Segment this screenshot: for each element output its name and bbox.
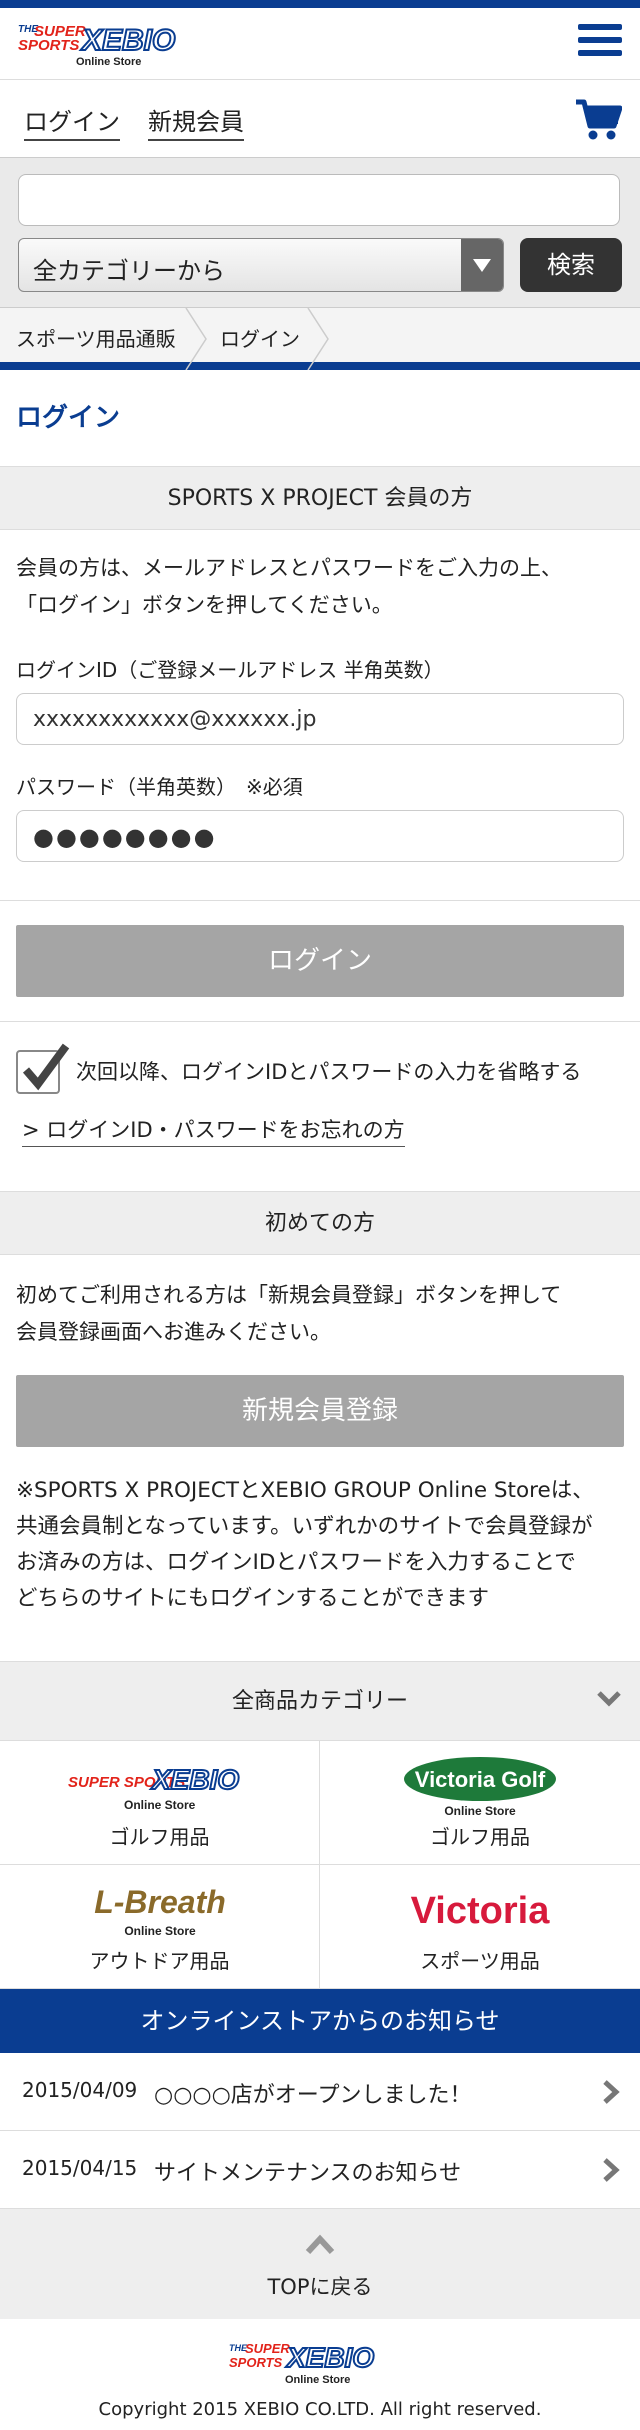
- copyright-text: Copyright 2015 XEBIO CO.LTD. All right r…: [98, 2399, 542, 2420]
- chevron-right-icon: [603, 2158, 620, 2182]
- top-accent-bar: [0, 0, 640, 8]
- password-label: パスワード（半角英数） ※必須: [16, 775, 303, 799]
- chevron-down-icon: [461, 239, 503, 291]
- store-label: ゴルフ用品: [109, 1825, 210, 1849]
- category-select-value: 全カテゴリーから: [33, 257, 225, 285]
- category-accordion-toggle[interactable]: 全商品カテゴリー: [0, 1661, 640, 1741]
- search-input[interactable]: [18, 174, 620, 226]
- category-heading: 全商品カテゴリー: [231, 1689, 408, 1714]
- svg-text:XEBIO: XEBIO: [150, 1764, 239, 1795]
- checkmark-icon: [22, 1043, 70, 1091]
- member-description: 会員の方は、メールアドレスとパスワードをご入力の上、 「ログイン」ボタンを押して…: [16, 556, 562, 617]
- store-l-breath[interactable]: L-Breath Online Store アウトドア用品: [0, 1865, 320, 1989]
- store-victoria[interactable]: Victoria スポーツ用品: [320, 1865, 640, 1989]
- shared-membership-note: ※SPORTS X PROJECTとXEBIO GROUP Online Sto…: [16, 1478, 594, 1611]
- hamburger-menu-icon[interactable]: [578, 24, 622, 64]
- back-to-top-label: TOPに戻る: [267, 2275, 373, 2299]
- svg-text:Victoria: Victoria: [411, 1890, 551, 1932]
- breadcrumb-separator-icon: [185, 308, 207, 370]
- search-button[interactable]: 検索: [520, 238, 622, 292]
- svg-text:XEBIO: XEBIO: [80, 24, 175, 57]
- login-id-field[interactable]: xxxxxxxxxxxx@xxxxxx.jp: [16, 693, 624, 745]
- svg-text:SUPER: SUPER: [245, 2341, 290, 2356]
- news-heading: オンラインストアからのお知らせ: [0, 1989, 640, 2053]
- footer-xebio-logo: THE SUPER SPORTS XEBIO Online Store: [229, 2341, 375, 2386]
- svg-text:SPORTS: SPORTS: [18, 37, 79, 54]
- store-grid: SUPER SPORTS XEBIO Online Store ゴルフ用品 Vi…: [0, 1741, 640, 1989]
- svg-text:SPORTS: SPORTS: [229, 2355, 283, 2370]
- store-victoria-golf[interactable]: Victoria Golf Online Store ゴルフ用品: [320, 1741, 640, 1865]
- store-label: アウトドア用品: [89, 1949, 230, 1973]
- page-title: ログイン: [16, 403, 121, 433]
- breadcrumb-separator-icon: [307, 308, 329, 370]
- back-to-top-button[interactable]: TOPに戻る: [0, 2209, 640, 2319]
- cart-icon[interactable]: [574, 96, 622, 142]
- category-select[interactable]: 全カテゴリーから: [18, 238, 504, 292]
- news-item[interactable]: 2015/04/15 サイトメンテナンスのお知らせ: [0, 2131, 640, 2209]
- remember-row: 次回以降、ログインIDとパスワードの入力を省略する: [0, 1042, 640, 1102]
- member-section-heading: SPORTS X PROJECT 会員の方: [0, 466, 640, 530]
- chevron-up-icon: [305, 2234, 335, 2255]
- login-button[interactable]: ログイン: [16, 925, 624, 997]
- breadcrumb-item-home[interactable]: スポーツ用品通販: [16, 308, 176, 370]
- xebio-store-logo: SUPER SPORTS XEBIO Online Store: [68, 1763, 240, 1812]
- register-button[interactable]: 新規会員登録: [16, 1375, 624, 1447]
- store-xebio[interactable]: SUPER SPORTS XEBIO Online Store ゴルフ用品: [0, 1741, 320, 1865]
- xebio-logo[interactable]: THE SUPER SPORTS XEBIO Online Store: [16, 18, 206, 70]
- svg-text:L-Breath: L-Breath: [94, 1884, 226, 1920]
- password-field[interactable]: ●●●●●●●●: [16, 810, 624, 862]
- store-label: スポーツ用品: [420, 1949, 540, 1973]
- svg-text:Victoria Golf: Victoria Golf: [415, 1767, 546, 1792]
- l-breath-logo: L-Breath Online Store: [94, 1884, 226, 1938]
- login-link[interactable]: ログイン: [24, 102, 120, 141]
- svg-text:Online Store: Online Store: [444, 1804, 516, 1818]
- news-date: 2015/04/09: [22, 2078, 138, 2102]
- news-title: サイトメンテナンスのお知らせ: [154, 2161, 462, 2186]
- news-item[interactable]: 2015/04/09 ○○○○店がオープンしました！: [0, 2053, 640, 2131]
- svg-text:XEBIO: XEBIO: [285, 2342, 374, 2373]
- site-header: THE SUPER SPORTS XEBIO Online Store: [0, 8, 640, 80]
- remember-checkbox[interactable]: [16, 1043, 70, 1094]
- site-footer: THE SUPER SPORTS XEBIO Online Store Copy…: [0, 2319, 640, 2429]
- victoria-golf-logo: Victoria Golf Online Store: [404, 1757, 556, 1818]
- register-link[interactable]: 新規会員: [148, 102, 244, 141]
- breadcrumb: スポーツ用品通販 ログイン: [0, 308, 640, 370]
- remember-label: 次回以降、ログインIDとパスワードの入力を省略する: [76, 1060, 582, 1084]
- account-bar: ログイン 新規会員: [0, 80, 640, 158]
- svg-text:Online Store: Online Store: [76, 56, 141, 68]
- chevron-right-icon: [603, 2080, 620, 2104]
- victoria-logo: Victoria: [411, 1890, 551, 1932]
- new-user-section-heading: 初めての方: [0, 1191, 640, 1255]
- search-area: 全カテゴリーから 検索: [0, 158, 640, 308]
- login-id-label: ログインID（ご登録メールアドレス 半角英数）: [16, 658, 444, 682]
- new-user-description: 初めてご利用される方は「新規会員登録」ボタンを押して 会員登録画面へお進みくださ…: [16, 1283, 562, 1344]
- svg-text:Online Store: Online Store: [124, 1924, 196, 1938]
- news-title: ○○○○店がオープンしました！: [154, 2083, 472, 2108]
- svg-text:Online Store: Online Store: [124, 1798, 196, 1812]
- svg-text:Online Store: Online Store: [285, 2374, 350, 2386]
- breadcrumb-item-current: ログイン: [220, 327, 300, 351]
- store-label: ゴルフ用品: [430, 1825, 530, 1849]
- news-date: 2015/04/15: [22, 2156, 138, 2180]
- forgot-password-link[interactable]: > ログインID・パスワードをお忘れの方: [22, 1114, 405, 1147]
- chevron-down-icon: [597, 1691, 621, 1707]
